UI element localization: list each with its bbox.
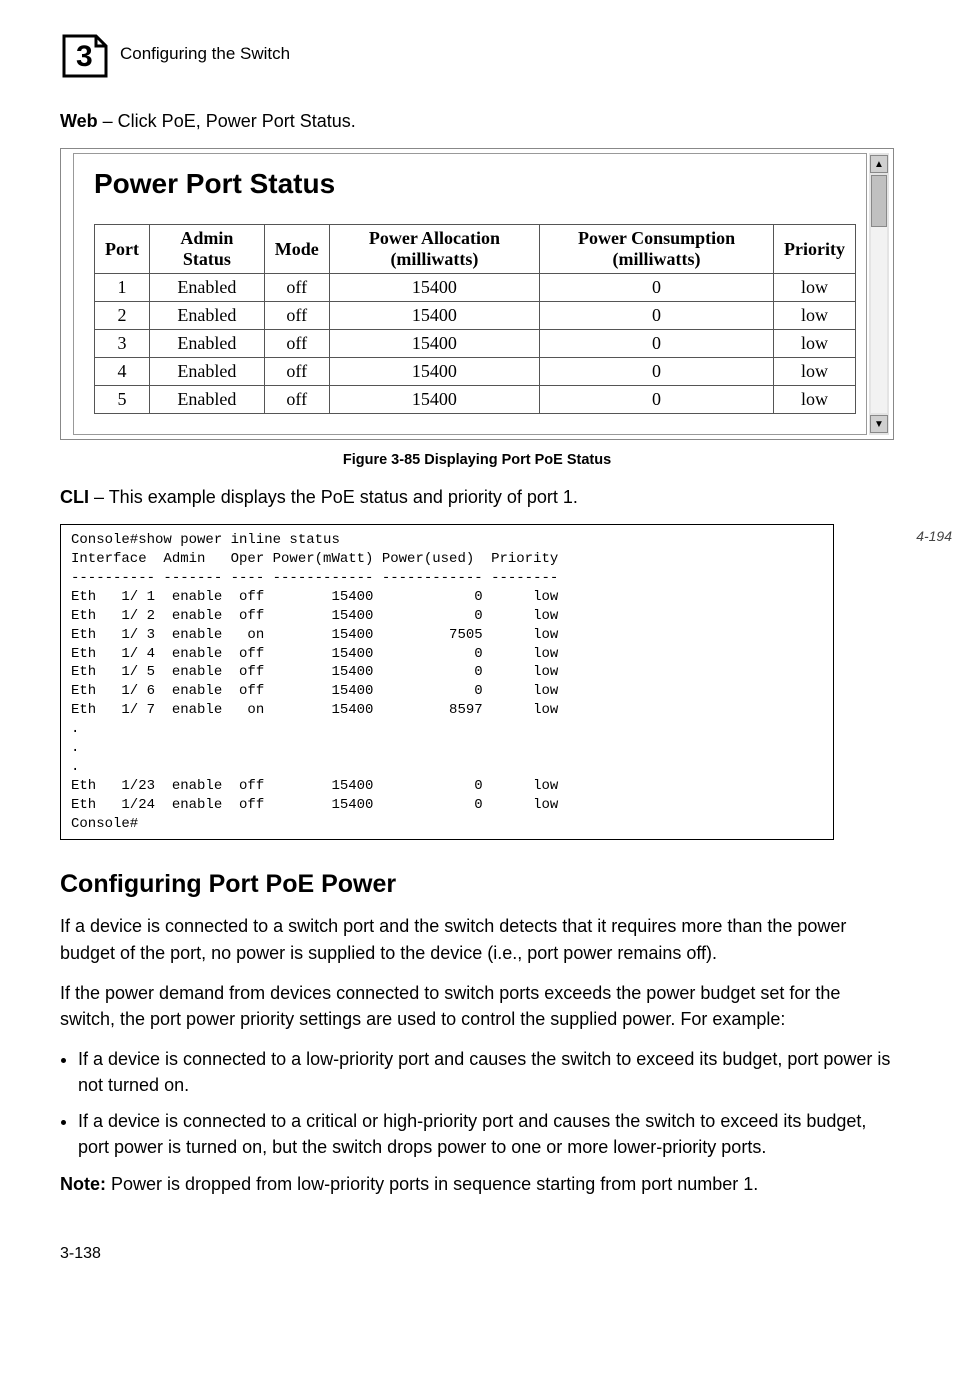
col-port: Port — [95, 225, 150, 274]
cli-output: Console#show power inline status Interfa… — [60, 524, 834, 840]
cell-admin: Enabled — [149, 274, 264, 302]
paragraph-1: If a device is connected to a switch por… — [60, 913, 894, 965]
chapter-number: 3 — [76, 40, 93, 73]
table-row: 2Enabledoff154000low — [95, 302, 856, 330]
col-priority: Priority — [773, 225, 855, 274]
cell-prio: low — [773, 274, 855, 302]
cli-page-ref: 4-194 — [916, 528, 952, 544]
cli-intro: CLI – This example displays the PoE stat… — [60, 484, 894, 510]
cell-admin: Enabled — [149, 302, 264, 330]
paragraph-2: If the power demand from devices connect… — [60, 980, 894, 1032]
scrollbar[interactable]: ▲ ▼ — [869, 153, 889, 435]
web-label: Web — [60, 111, 98, 131]
cell-admin: Enabled — [149, 358, 264, 386]
list-item: If a device is connected to a critical o… — [78, 1108, 894, 1160]
table-row: 4Enabledoff154000low — [95, 358, 856, 386]
cell-cons: 0 — [540, 330, 774, 358]
cell-alloc: 15400 — [329, 358, 539, 386]
cell-cons: 0 — [540, 386, 774, 414]
cell-port: 3 — [95, 330, 150, 358]
screenshot-frame: Power Port Status Port Admin Status Mode… — [60, 148, 894, 440]
cell-port: 2 — [95, 302, 150, 330]
cell-prio: low — [773, 386, 855, 414]
table-row: 1Enabledoff154000low — [95, 274, 856, 302]
col-alloc: Power Allocation (milliwatts) — [329, 225, 539, 274]
page-number: 3-138 — [60, 1245, 894, 1263]
cell-alloc: 15400 — [329, 302, 539, 330]
cell-mode: off — [264, 358, 329, 386]
cell-prio: low — [773, 330, 855, 358]
cli-text: Console#show power inline status Interfa… — [71, 532, 558, 831]
cell-port: 1 — [95, 274, 150, 302]
panel-title: Power Port Status — [94, 168, 856, 200]
port-status-table: Port Admin Status Mode Power Allocation … — [94, 224, 856, 414]
cell-mode: off — [264, 330, 329, 358]
col-mode: Mode — [264, 225, 329, 274]
cell-mode: off — [264, 274, 329, 302]
section-title: Configuring the Switch — [120, 44, 290, 64]
cell-port: 4 — [95, 358, 150, 386]
page-header: 3 Configuring the Switch — [60, 30, 894, 78]
section-heading: Configuring Port PoE Power — [60, 870, 894, 899]
scroll-up-icon[interactable]: ▲ — [870, 155, 888, 173]
cell-cons: 0 — [540, 358, 774, 386]
table-row: 5Enabledoff154000low — [95, 386, 856, 414]
cli-intro-text: – This example displays the PoE status a… — [89, 487, 578, 507]
list-item: If a device is connected to a low-priori… — [78, 1046, 894, 1098]
scroll-down-icon[interactable]: ▼ — [870, 415, 888, 433]
figure-caption: Figure 3-85 Displaying Port PoE Status — [60, 452, 894, 468]
cell-mode: off — [264, 386, 329, 414]
chapter-icon: 3 — [60, 30, 110, 78]
cell-alloc: 15400 — [329, 274, 539, 302]
cell-cons: 0 — [540, 274, 774, 302]
cell-prio: low — [773, 302, 855, 330]
col-consumption: Power Consumption (milliwatts) — [540, 225, 774, 274]
screenshot-content: Power Port Status Port Admin Status Mode… — [73, 153, 867, 435]
cell-admin: Enabled — [149, 386, 264, 414]
bullet-list: If a device is connected to a low-priori… — [60, 1046, 894, 1160]
cell-admin: Enabled — [149, 330, 264, 358]
note-line: Note: Power is dropped from low-priority… — [60, 1174, 894, 1195]
web-instruction: Web – Click PoE, Power Port Status. — [60, 108, 894, 134]
scroll-track[interactable] — [871, 175, 887, 413]
cell-prio: low — [773, 358, 855, 386]
table-row: 3Enabledoff154000low — [95, 330, 856, 358]
note-text: Power is dropped from low-priority ports… — [106, 1174, 758, 1194]
cli-label: CLI — [60, 487, 89, 507]
cell-cons: 0 — [540, 302, 774, 330]
cell-mode: off — [264, 302, 329, 330]
cell-alloc: 15400 — [329, 386, 539, 414]
col-admin: Admin Status — [149, 225, 264, 274]
scroll-thumb[interactable] — [871, 175, 887, 227]
cell-port: 5 — [95, 386, 150, 414]
cell-alloc: 15400 — [329, 330, 539, 358]
note-label: Note: — [60, 1174, 106, 1194]
web-text: – Click PoE, Power Port Status. — [98, 111, 356, 131]
